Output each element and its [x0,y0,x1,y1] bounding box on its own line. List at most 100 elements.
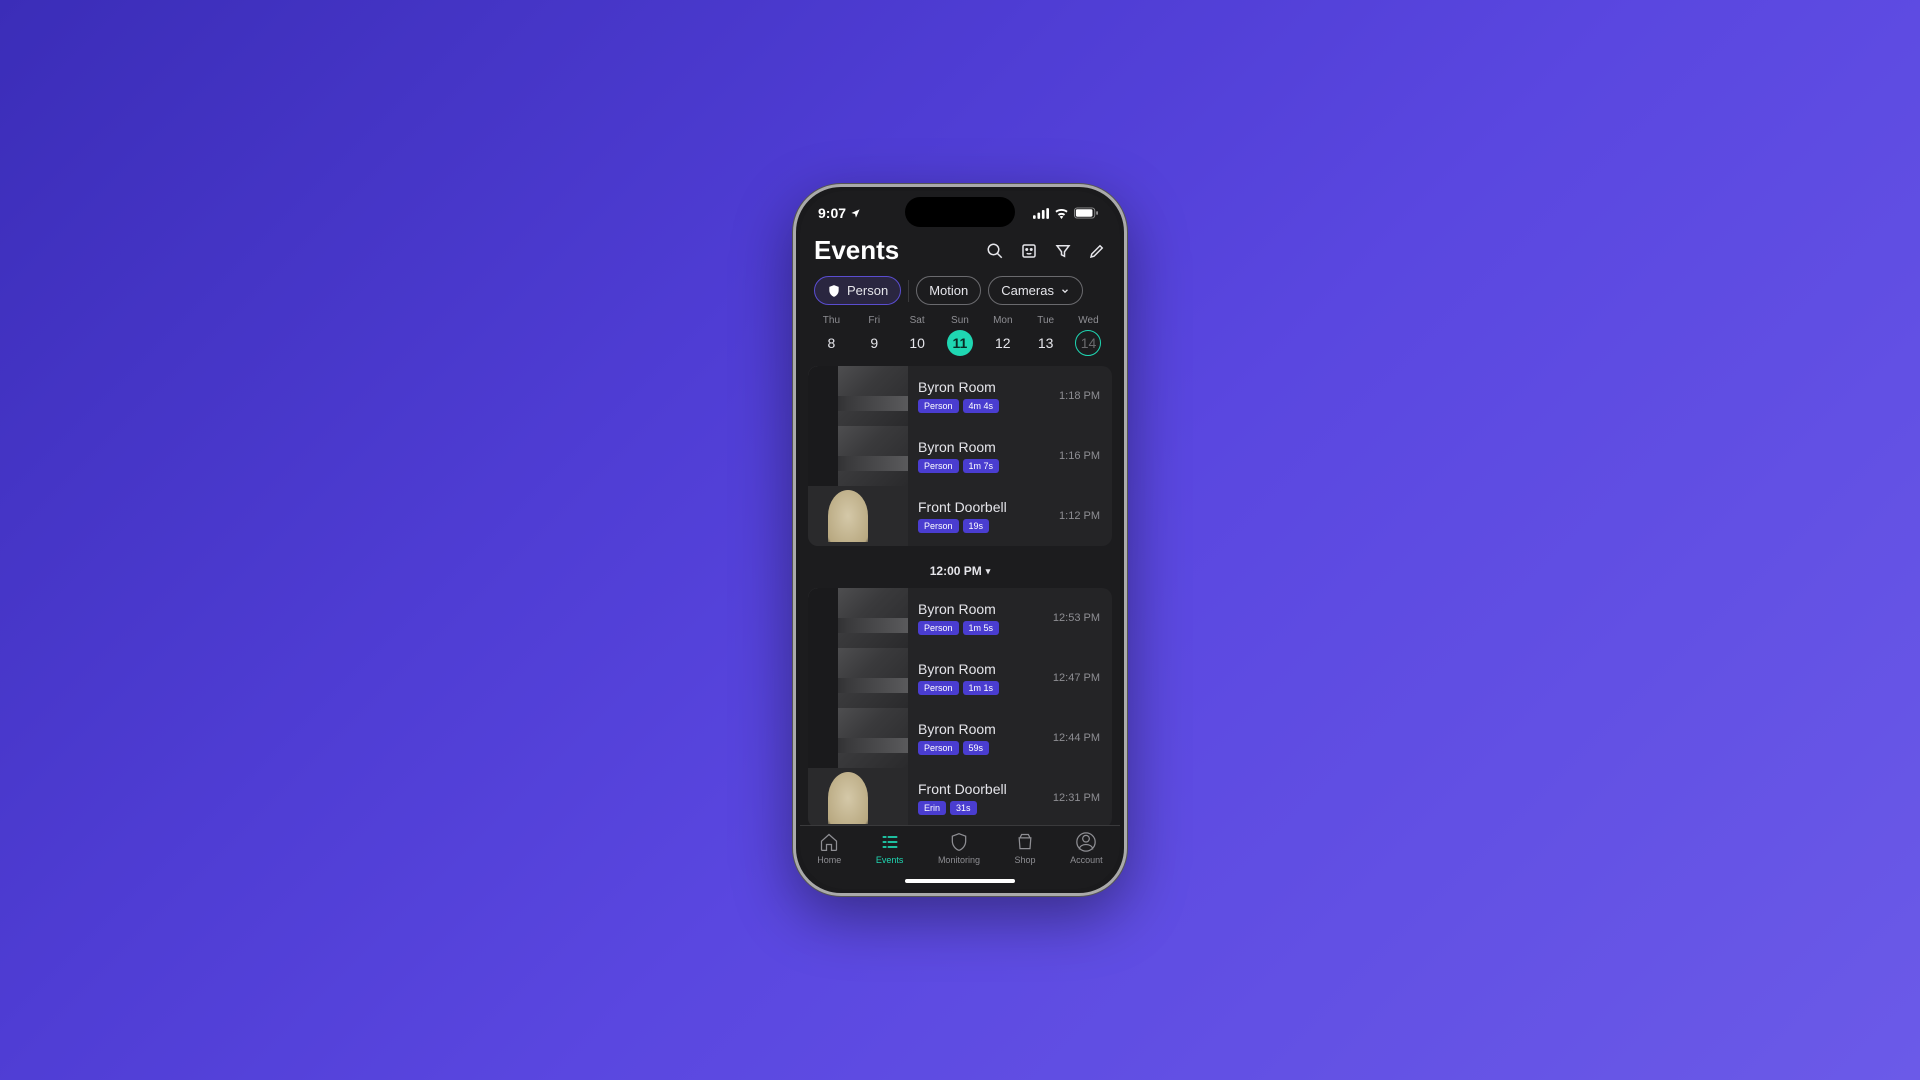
event-tag: Person [918,399,959,413]
events-icon [880,832,900,852]
calendar-day[interactable]: Sun11 [947,315,973,356]
event-tag: 59s [963,741,990,755]
tab-label: Events [876,855,904,865]
event-thumbnail [808,648,908,708]
filter-icon[interactable] [1054,242,1072,260]
chip-person[interactable]: Person [814,276,901,305]
event-row[interactable]: Byron Room Person 59s 12:44 PM [808,708,1112,768]
event-time: 12:44 PM [1053,732,1112,744]
chevron-down-icon [1060,286,1070,296]
status-time: 9:07 [818,205,846,221]
calendar-dow: Mon [993,315,1012,326]
event-group: Byron RoomPerson1m 5s12:53 PMByron RoomP… [808,588,1112,825]
event-row[interactable]: Byron RoomPerson1m 1s 12:47 PM [808,648,1112,708]
calendar-dow: Sun [951,315,969,326]
calendar-num: 12 [990,330,1016,356]
event-info: Byron RoomPerson4m 4s [918,373,1049,419]
tab-label: Monitoring [938,855,980,865]
calendar-dow: Fri [868,315,880,326]
event-row[interactable]: Byron RoomPerson1m 7s 1:16 PM [808,426,1112,486]
calendar-day[interactable]: Mon 12 [990,315,1016,356]
event-tag: 4m 4s [963,399,1000,413]
calendar-day[interactable]: Tue 13 [1033,315,1059,356]
page-title: Events [814,235,978,266]
event-info: Byron Room Person 59s [918,715,1043,761]
tab-shop[interactable]: Shop [1015,832,1036,865]
shield-icon [827,284,841,298]
event-thumbnail [808,708,908,768]
event-thumbnail [808,768,908,825]
event-row[interactable]: Front DoorbellPerson19s1:12 PM [808,486,1112,546]
event-camera-name: Byron Room [918,601,1043,617]
event-row[interactable]: Byron RoomPerson1m 5s12:53 PM [808,588,1112,648]
event-info: Byron RoomPerson1m 7s [918,433,1049,479]
time-divider[interactable]: 12:00 PM [804,554,1116,588]
account-icon [1076,832,1096,852]
event-time: 1:18 PM [1059,390,1112,402]
event-tag: 1m 1s [963,681,1000,695]
calendar-dow: Sat [910,315,925,326]
event-tags: Erin 31s [918,801,1043,815]
tab-label: Shop [1015,855,1036,865]
event-group: Byron Room Person 4m 4s 1:18 PM Byron RoomPe… [808,366,1112,546]
header: Events [800,235,1120,272]
chip-motion[interactable]: Motion [916,276,981,305]
home-icon [819,832,839,852]
event-tag: Erin [918,801,946,815]
chip-person-label: Person [847,283,888,298]
event-camera-name: Front Doorbell [918,781,1043,797]
event-camera-name: Byron Room [918,439,1049,455]
event-row[interactable]: Front Doorbell Erin 31s 12:31 PM [808,768,1112,825]
event-time: 1:12 PM [1059,510,1112,522]
calendar-num: 8 [818,330,844,356]
event-thumbnail [808,588,908,648]
tab-monitoring[interactable]: Monitoring [938,832,980,865]
chip-separator [908,280,909,302]
event-time: 12:31 PM [1053,792,1112,804]
event-tags: Person 19s [918,519,1049,533]
calendar-num: 10 [904,330,930,356]
event-thumbnail [808,366,908,426]
event-tag: 31s [950,801,977,815]
notch [905,197,1015,227]
event-camera-name: Byron Room [918,661,1043,677]
calendar-num: 14 [1075,330,1101,356]
shop-icon [1015,832,1035,852]
chip-cameras[interactable]: Cameras [988,276,1083,305]
filter-chips: Person Motion Cameras [800,272,1120,315]
event-row[interactable]: Byron RoomPerson4m 4s1:18 PM [808,366,1112,426]
search-icon[interactable] [986,242,1004,260]
event-info: Front Doorbell Erin 31s [918,775,1043,821]
calendar-day[interactable]: Thu8 [818,315,844,356]
calendar-day[interactable]: Sat 10 [904,315,930,356]
tab-account[interactable]: Account [1070,832,1103,865]
event-tags: Person1m 5s [918,621,1043,635]
event-tags: Person 4m 4s [918,399,1049,413]
edit-icon[interactable] [1088,242,1106,260]
calendar-day[interactable]: Wed14 [1075,315,1101,356]
calendar-strip: Thu8 Fri 9 Sat 10 Sun11 Mon 12 Tue 13 Wed14 [800,315,1120,366]
event-info: Byron RoomPerson1m 1s [918,655,1043,701]
event-tag: Person [918,741,959,755]
calendar-num: 9 [861,330,887,356]
event-tag: 1m 7s [963,459,1000,473]
tab-label: Home [817,855,841,865]
calendar-dow: Tue [1037,315,1054,326]
cellular-icon [1033,208,1049,219]
calendar-day[interactable]: Fri 9 [861,315,887,356]
event-tag: 19s [963,519,990,533]
event-camera-name: Byron Room [918,721,1043,737]
event-info: Byron Room Person1m 5s [918,595,1043,641]
event-list[interactable]: Byron RoomPerson4m 4s1:18 PMByron RoomPe… [800,366,1120,825]
tab-bar: Home Events Monitoring Shop Account [800,825,1120,889]
phone-frame: 9:07 Events Person Motion Cameras Thu8 Fr… [793,184,1127,896]
wifi-icon [1054,208,1069,219]
event-time: 12:47 PM [1053,672,1112,684]
event-tag: Person [918,519,959,533]
tab-home[interactable]: Home [817,832,841,865]
location-icon [850,208,861,219]
event-time: 1:16 PM [1059,450,1112,462]
calendar-num: 13 [1033,330,1059,356]
faces-icon[interactable] [1020,242,1038,260]
tab-events[interactable]: Events [876,832,904,865]
